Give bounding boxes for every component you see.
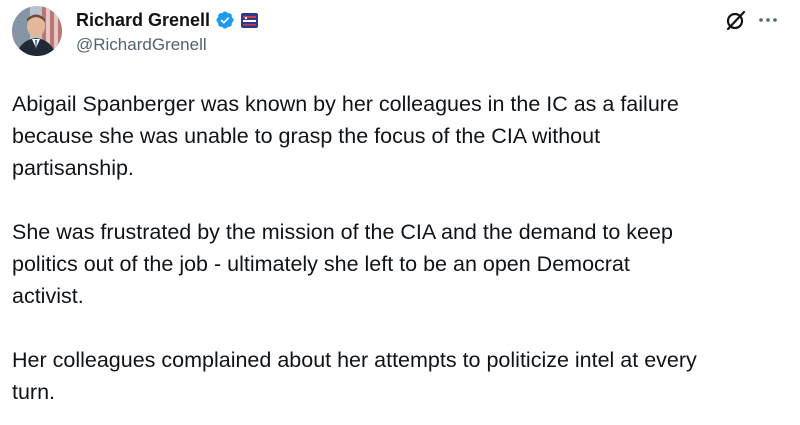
post-paragraph: She was frustrated by the mission of the… (12, 220, 673, 308)
author-info: Richard Grenell @RichardGrenell (76, 9, 259, 56)
avatar[interactable] (12, 6, 62, 56)
post-paragraph: Abigail Spanberger was known by her coll… (12, 92, 679, 180)
handle[interactable]: @RichardGrenell (76, 34, 258, 56)
avatar-image (12, 6, 62, 56)
display-name[interactable]: Richard Grenell (76, 9, 210, 31)
post-actions (724, 8, 780, 32)
affiliation-badge-icon[interactable] (241, 12, 259, 28)
verified-badge-icon[interactable] (215, 10, 235, 30)
post-text: Abigail Spanberger was known by her coll… (12, 88, 792, 408)
tweet-card: Richard Grenell @RichardGrenell Abigail … (0, 0, 800, 425)
more-options-icon[interactable] (756, 8, 780, 32)
post-paragraph: Her colleagues complained about her atte… (12, 348, 697, 404)
grok-icon[interactable] (724, 8, 748, 32)
name-row: Richard Grenell (76, 9, 259, 31)
